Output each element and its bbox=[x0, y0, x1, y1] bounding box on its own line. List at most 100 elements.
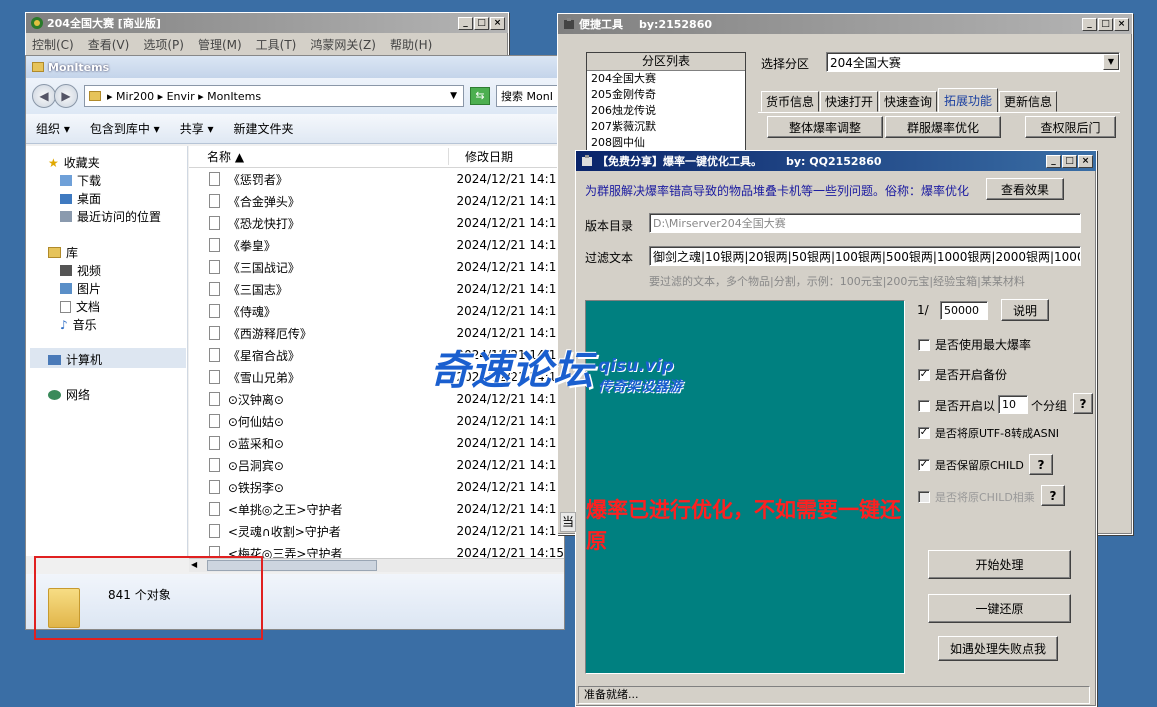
backup-checkbox[interactable]: ✓ 是否开启备份 bbox=[918, 366, 1007, 383]
partition-item[interactable]: 206烛龙传说 bbox=[587, 103, 745, 119]
file-row[interactable]: ⊙何仙姑⊙ 2024/12/21 14:15 bbox=[189, 410, 564, 432]
checkbox-box[interactable] bbox=[918, 399, 930, 412]
group-rate-optimize-button[interactable]: 群服爆率优化 bbox=[885, 116, 1001, 138]
utf8-checkbox[interactable]: ✓ 是否将原UTF-8转成ASNI bbox=[918, 425, 1059, 441]
nav-computer[interactable]: 计算机 bbox=[48, 351, 102, 368]
new-folder-button[interactable]: 新建文件夹 bbox=[234, 120, 294, 137]
ratio-input[interactable]: 50000 bbox=[940, 301, 988, 320]
minimize-button[interactable]: _ bbox=[1082, 17, 1097, 31]
check-icon[interactable]: ✓ bbox=[918, 368, 930, 381]
file-row[interactable]: 《星宿合战》 2024/12/21 14:15 bbox=[189, 344, 564, 366]
organize-button[interactable]: 组织 ▾ bbox=[36, 120, 70, 137]
refresh-icon[interactable]: ⇆ bbox=[470, 87, 490, 105]
check-backdoor-button[interactable]: 查权限后门 bbox=[1025, 116, 1116, 138]
file-row[interactable]: ⊙蓝采和⊙ 2024/12/21 14:15 bbox=[189, 432, 564, 454]
nav-favorites[interactable]: ★ 收藏夹 bbox=[48, 154, 100, 171]
keep-child-checkbox[interactable]: ✓ 是否保留原CHILD bbox=[918, 457, 1024, 473]
partition-item[interactable]: 205金刚传奇 bbox=[587, 87, 745, 103]
menu-tools[interactable]: 工具(T) bbox=[256, 36, 297, 53]
search-input[interactable]: 搜索 MonI bbox=[496, 85, 558, 107]
check-icon[interactable]: ✓ bbox=[918, 427, 930, 439]
nav-documents[interactable]: 文档 bbox=[60, 298, 100, 315]
column-name[interactable]: 名称 ▲ bbox=[189, 148, 449, 165]
partition-list[interactable]: 分区列表 204全国大赛 205金刚传奇 206烛龙传说 207紫薇沉默 208… bbox=[586, 52, 746, 162]
close-button[interactable]: × bbox=[490, 16, 505, 30]
partition-item[interactable]: 208圆中仙 bbox=[587, 135, 745, 151]
restore-button[interactable]: 一键还原 bbox=[928, 594, 1071, 623]
game-titlebar[interactable]: 204全国大赛 [商业版] _ □ × bbox=[26, 13, 508, 33]
minimize-button[interactable]: _ bbox=[458, 16, 473, 30]
nav-music[interactable]: ♪ 音乐 bbox=[60, 316, 97, 333]
file-row[interactable]: 《恐龙快打》 2024/12/21 14:15 bbox=[189, 212, 564, 234]
file-row[interactable]: ⊙汉钟离⊙ 2024/12/21 14:15 bbox=[189, 388, 564, 410]
nav-library[interactable]: 库 bbox=[48, 244, 78, 261]
optimizer-titlebar[interactable]: 【免费分享】爆率一键优化工具。 by: QQ2152860 _ □ × bbox=[576, 151, 1096, 171]
version-dir-field[interactable]: D:\Mirserver204全国大赛 bbox=[649, 213, 1081, 233]
merge-help-button[interactable]: ? bbox=[1041, 485, 1065, 506]
menu-options[interactable]: 选项(P) bbox=[143, 36, 184, 53]
chevron-down-icon[interactable]: ▼ bbox=[450, 91, 457, 101]
tab-currency[interactable]: 货币信息 bbox=[761, 91, 819, 112]
tab-quick-open[interactable]: 快速打开 bbox=[820, 91, 878, 112]
file-row[interactable]: ⊙铁拐李⊙ 2024/12/21 14:15 bbox=[189, 476, 564, 498]
tab-quick-query[interactable]: 快速查询 bbox=[879, 91, 937, 112]
nav-videos[interactable]: 视频 bbox=[60, 262, 101, 279]
nav-recent[interactable]: 最近访问的位置 bbox=[60, 208, 161, 225]
explain-button[interactable]: 说明 bbox=[1001, 299, 1049, 321]
file-row[interactable]: 《拳皇》 2024/12/21 14:15 bbox=[189, 234, 564, 256]
include-library-button[interactable]: 包含到库中 ▾ bbox=[90, 120, 160, 137]
maximize-button[interactable]: □ bbox=[1062, 154, 1077, 168]
share-button[interactable]: 共享 ▾ bbox=[180, 120, 214, 137]
menu-view[interactable]: 查看(V) bbox=[88, 36, 130, 53]
file-row[interactable]: 《侍魂》 2024/12/21 14:15 bbox=[189, 300, 564, 322]
child-help-button[interactable]: ? bbox=[1029, 454, 1053, 475]
file-row[interactable]: 《合金弹头》 2024/12/21 14:15 bbox=[189, 190, 564, 212]
menu-gateway[interactable]: 鸿蒙网关(Z) bbox=[310, 36, 376, 53]
group-checkbox[interactable]: 是否开启以 bbox=[918, 397, 995, 414]
maximize-button[interactable]: □ bbox=[1098, 17, 1113, 31]
start-button[interactable]: 开始处理 bbox=[928, 550, 1071, 579]
check-icon[interactable]: ✓ bbox=[918, 459, 930, 471]
file-row[interactable]: 《三国战记》 2024/12/21 14:15 bbox=[189, 256, 564, 278]
file-row[interactable]: <灵魂∩收割>守护者 2024/12/21 14:15 bbox=[189, 520, 564, 542]
file-row[interactable]: 《惩罚者》 2024/12/21 14:15 bbox=[189, 168, 564, 190]
view-effect-button[interactable]: 查看效果 bbox=[986, 178, 1064, 200]
group-help-button[interactable]: ? bbox=[1073, 393, 1093, 414]
column-date[interactable]: 修改日期 bbox=[449, 148, 513, 165]
close-button[interactable]: × bbox=[1078, 154, 1093, 168]
max-rate-checkbox[interactable]: 是否使用最大爆率 bbox=[918, 336, 1031, 353]
partition-select[interactable]: 204全国大赛 ▼ bbox=[826, 52, 1120, 72]
status-message: 爆率已进行优化，不如需要一键还原 bbox=[586, 498, 901, 553]
nav-downloads[interactable]: 下载 bbox=[60, 172, 101, 189]
failure-help-button[interactable]: 如遇处理失败点我 bbox=[938, 636, 1058, 661]
menu-control[interactable]: 控制(C) bbox=[32, 36, 74, 53]
file-row[interactable]: 《三国志》 2024/12/21 14:15 bbox=[189, 278, 564, 300]
menu-manage[interactable]: 管理(M) bbox=[198, 36, 242, 53]
nav-desktop[interactable]: 桌面 bbox=[60, 190, 101, 207]
overall-rate-button[interactable]: 整体爆率调整 bbox=[767, 116, 883, 138]
forward-button[interactable]: ▶ bbox=[54, 84, 78, 108]
menu-help[interactable]: 帮助(H) bbox=[390, 36, 432, 53]
chevron-down-icon[interactable]: ▼ bbox=[1103, 54, 1119, 70]
maximize-button[interactable]: □ bbox=[474, 16, 489, 30]
nav-pictures[interactable]: 图片 bbox=[60, 280, 101, 297]
file-row[interactable]: 《西游释厄传》 2024/12/21 14:15 bbox=[189, 322, 564, 344]
partition-item[interactable]: 204全国大赛 bbox=[587, 71, 745, 87]
close-button[interactable]: × bbox=[1114, 17, 1129, 31]
file-row[interactable]: 《雪山兄弟》 2024/12/21 14:15 bbox=[189, 366, 564, 388]
log-area[interactable] bbox=[585, 300, 905, 674]
checkbox-box[interactable] bbox=[918, 338, 930, 351]
back-button[interactable]: ◀ bbox=[32, 84, 56, 108]
partition-item[interactable]: 207紫薇沉默 bbox=[587, 119, 745, 135]
nav-network[interactable]: 网络 bbox=[48, 386, 90, 403]
tab-updates[interactable]: 更新信息 bbox=[999, 91, 1057, 112]
tool-titlebar[interactable]: 便捷工具 by:2152860 _ □ × bbox=[558, 14, 1132, 34]
tab-extensions[interactable]: 拓展功能 bbox=[938, 88, 998, 113]
filter-text-field[interactable]: 御剑之魂|10银两|20银两|50银两|100银两|500银两|1000银两|2… bbox=[649, 246, 1081, 266]
group-count-input[interactable]: 10 bbox=[998, 395, 1028, 414]
file-row[interactable]: <单挑◎之王>守护者 2024/12/21 14:15 bbox=[189, 498, 564, 520]
explorer-titlebar[interactable]: MonItems bbox=[26, 56, 564, 78]
minimize-button[interactable]: _ bbox=[1046, 154, 1061, 168]
address-bar[interactable]: ▸ Mir200 ▸ Envir ▸ MonItems ▼ bbox=[84, 85, 464, 107]
file-row[interactable]: ⊙吕洞宾⊙ 2024/12/21 14:15 bbox=[189, 454, 564, 476]
